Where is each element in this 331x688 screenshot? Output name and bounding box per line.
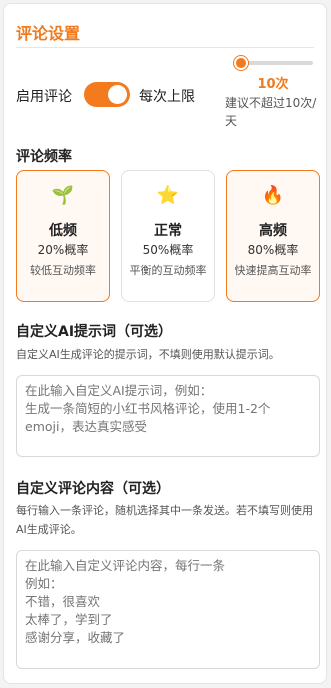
custom-comments-input[interactable]	[16, 550, 320, 669]
comment-settings-panel: 评论设置 启用评论 每次上限 10次 建议不超过10次/天 评论频率 🌱 低频 …	[3, 3, 327, 684]
frequency-options: 🌱 低频 20%概率 较低互动频率 ⭐ 正常 50%概率 平衡的互动频率 🔥 高…	[16, 170, 320, 304]
title-divider	[16, 47, 314, 48]
custom-comments-heading: 自定义评论内容（可选）	[16, 481, 170, 497]
limit-hint: 建议不超过10次/天	[225, 96, 317, 128]
option-probability: 50%概率	[142, 243, 194, 257]
limit-label: 每次上限	[139, 89, 195, 105]
frequency-option-high[interactable]: 🔥 高频 80%概率 快速提高互动率	[226, 170, 320, 302]
custom-comments-description: 每行输入一条评论，随机选择其中一条发送。若不填写则使用AI生成评论。	[16, 504, 313, 536]
fire-icon: 🔥	[261, 185, 285, 206]
frequency-option-low[interactable]: 🌱 低频 20%概率 较低互动频率	[16, 170, 110, 302]
star-icon: ⭐	[156, 185, 180, 206]
ai-prompt-heading: 自定义AI提示词（可选）	[16, 324, 173, 340]
option-description: 平衡的互动频率	[129, 264, 207, 277]
ai-prompt-description: 自定义AI生成评论的提示词，不填则使用默认提示词。	[16, 348, 280, 361]
option-probability: 20%概率	[37, 243, 89, 257]
ai-prompt-input[interactable]	[16, 375, 320, 457]
frequency-heading: 评论频率	[16, 149, 72, 165]
page-title: 评论设置	[16, 24, 81, 43]
enable-comment-toggle[interactable]	[84, 82, 130, 107]
option-description: 较低互动频率	[30, 264, 96, 277]
option-name: 正常	[154, 223, 182, 239]
option-name: 高频	[259, 223, 287, 239]
option-name: 低频	[49, 223, 77, 239]
frequency-option-normal[interactable]: ⭐ 正常 50%概率 平衡的互动频率	[121, 170, 215, 302]
option-probability: 80%概率	[247, 243, 299, 257]
limit-slider-thumb[interactable]	[234, 56, 248, 70]
toggle-knob	[108, 85, 127, 104]
limit-value: 10次	[257, 77, 289, 92]
seedling-icon: 🌱	[51, 185, 75, 206]
enable-comment-label: 启用评论	[16, 89, 72, 105]
option-description: 快速提高互动率	[234, 264, 312, 277]
